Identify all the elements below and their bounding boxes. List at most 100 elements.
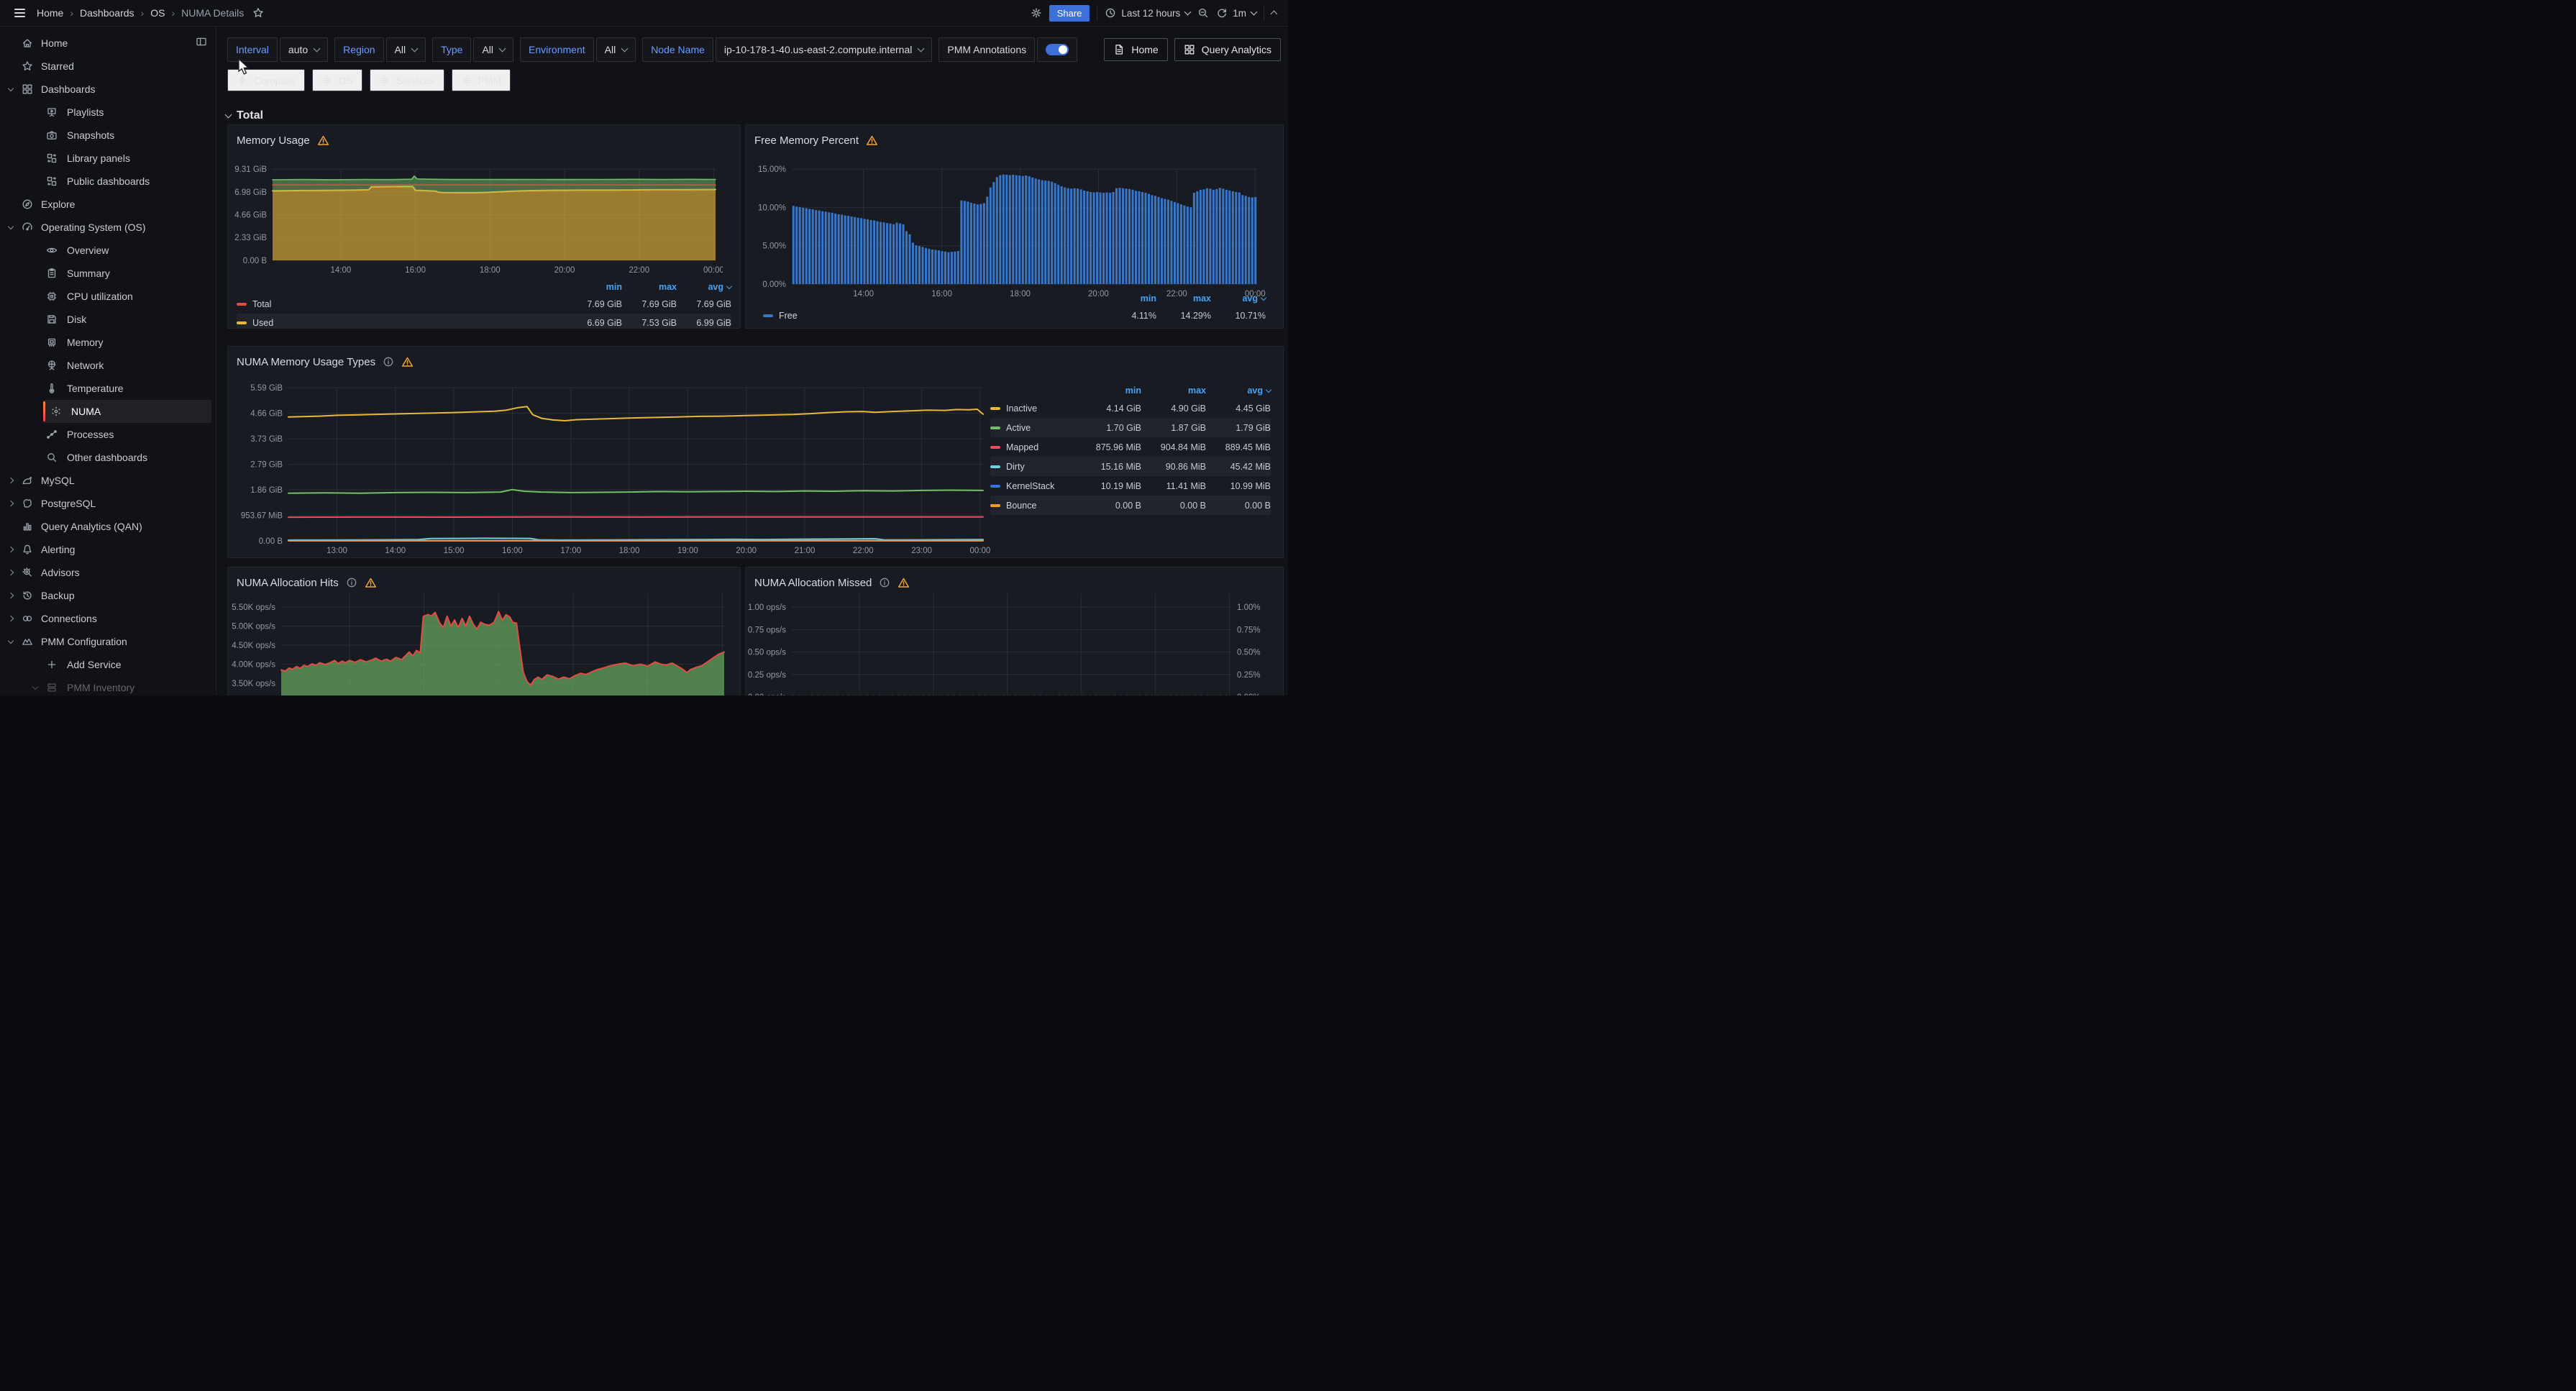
breadcrumb-item[interactable]: OS <box>150 7 165 19</box>
sidebar-item-public-dashboards[interactable]: Public dashboards <box>0 170 216 193</box>
warning-icon[interactable] <box>365 577 377 589</box>
legend-header-max[interactable]: max <box>1156 293 1211 304</box>
filter-value-dropdown[interactable]: All <box>473 37 513 62</box>
breadcrumb-item[interactable]: NUMA Details <box>181 7 244 19</box>
info-icon[interactable] <box>346 577 357 588</box>
warning-icon[interactable] <box>898 577 910 589</box>
sidebar-item-pmm-configuration[interactable]: PMM Configuration <box>0 630 216 653</box>
chevron-right-icon[interactable] <box>9 547 20 552</box>
sidebar-item-operating-system-os-[interactable]: Operating System (OS) <box>0 216 216 239</box>
breadcrumb-item[interactable]: Dashboards <box>80 7 134 19</box>
memory-usage-chart[interactable]: 0.00 B2.33 GiB4.66 GiB6.98 GiB9.31 GiB14… <box>228 151 723 279</box>
legend-header-avg[interactable]: avg <box>677 282 731 292</box>
favorite-star-icon[interactable] <box>252 7 264 19</box>
panel-header[interactable]: NUMA Allocation Missed <box>746 567 1283 593</box>
sidebar-item-alerting[interactable]: Alerting <box>0 538 216 561</box>
legend-row-dirty[interactable]: Dirty15.16 MiB90.86 MiB45.42 MiB <box>990 457 1271 476</box>
sidebar-item-query-analytics-qan-[interactable]: Query Analytics (QAN) <box>0 515 216 538</box>
sidebar-item-starred[interactable]: Starred <box>0 55 216 78</box>
breadcrumb-item[interactable]: Home <box>37 7 63 19</box>
sidebar-item-backup[interactable]: Backup <box>0 584 216 607</box>
legend-row-free[interactable]: Free4.11%14.29%10.71% <box>763 306 1266 325</box>
sidebar-item-dashboards[interactable]: Dashboards <box>0 78 216 101</box>
chevron-down-icon[interactable] <box>9 227 20 229</box>
gear-icon[interactable] <box>1031 7 1042 19</box>
chevron-right-icon[interactable] <box>9 501 20 506</box>
filter-value-dropdown[interactable]: All <box>386 37 426 62</box>
sidebar-item-mysql[interactable]: MySQL <box>0 469 216 492</box>
time-range-picker[interactable]: Last 12 hours <box>1105 7 1190 19</box>
link-button-services[interactable]: Services <box>370 69 444 91</box>
filter-label[interactable]: Region <box>334 37 383 62</box>
info-icon[interactable] <box>879 577 890 588</box>
warning-icon[interactable] <box>317 134 329 147</box>
panel-header[interactable]: Memory Usage <box>228 125 740 151</box>
info-icon[interactable] <box>383 356 394 368</box>
legend-row-active[interactable]: Active1.70 GiB1.87 GiB1.79 GiB <box>990 418 1271 437</box>
zoom-out-icon[interactable] <box>1197 7 1209 19</box>
legend-header-avg[interactable]: avg <box>1206 386 1271 396</box>
sidebar-item-postgresql[interactable]: PostgreSQL <box>0 492 216 515</box>
link-button-os[interactable]: OS <box>312 69 362 91</box>
sidebar-item-playlists[interactable]: Playlists <box>0 101 216 124</box>
collapse-toolbar-icon[interactable] <box>1271 11 1278 18</box>
sidebar-item-numa[interactable]: NUMA <box>43 400 211 423</box>
sidebar-item-home[interactable]: Home <box>0 32 216 55</box>
chevron-down-icon[interactable] <box>9 88 20 91</box>
legend-row-inactive[interactable]: Inactive4.14 GiB4.90 GiB4.45 GiB <box>990 398 1271 418</box>
sidebar-item-explore[interactable]: Explore <box>0 193 216 216</box>
panel-header[interactable]: NUMA Allocation Hits <box>228 567 740 593</box>
legend-header-min[interactable]: min <box>1077 386 1141 396</box>
warning-icon[interactable] <box>401 356 414 368</box>
pmm-annotations-toggle[interactable] <box>1046 44 1069 55</box>
sidebar-item-disk[interactable]: Disk <box>0 308 216 331</box>
legend-row-mapped[interactable]: Mapped875.96 MiB904.84 MiB889.45 MiB <box>990 437 1271 457</box>
legend-row-used[interactable]: Used6.69 GiB7.53 GiB6.99 GiB <box>237 314 731 329</box>
pmm-annotations-label[interactable]: PMM Annotations <box>938 37 1035 62</box>
panel-header[interactable]: Free Memory Percent <box>746 125 1283 151</box>
numa-types-chart[interactable]: 0.00 B953.67 MiB1.86 GiB2.79 GiB3.73 GiB… <box>228 373 990 558</box>
sidebar-item-overview[interactable]: Overview <box>0 239 216 262</box>
sidebar-item-network[interactable]: Network <box>0 354 216 377</box>
legend-header-max[interactable]: max <box>622 282 677 292</box>
warning-icon[interactable] <box>866 134 878 147</box>
sidebar-item-temperature[interactable]: Temperature <box>0 377 216 400</box>
filter-value-dropdown[interactable]: All <box>596 37 636 62</box>
filter-label[interactable]: Environment <box>520 37 594 62</box>
share-button[interactable]: Share <box>1049 5 1090 22</box>
chevron-down-icon[interactable] <box>9 641 20 643</box>
filter-value-dropdown[interactable]: ip-10-178-1-40.us-east-2.compute.interna… <box>716 37 932 62</box>
sidebar-item-processes[interactable]: Processes <box>0 423 216 446</box>
sidebar-item-summary[interactable]: Summary <box>0 262 216 285</box>
filter-label[interactable]: Interval <box>227 37 278 62</box>
home-button[interactable]: Home <box>1104 38 1167 61</box>
chevron-down-icon[interactable] <box>33 687 45 689</box>
chevron-right-icon[interactable] <box>9 570 20 575</box>
filter-value-dropdown[interactable]: auto <box>280 37 328 62</box>
panel-header[interactable]: NUMA Memory Usage Types <box>228 347 1283 373</box>
link-button-compare[interactable]: Compare <box>227 69 305 91</box>
alloc-hits-chart[interactable]: 5.50K ops/s5.00K ops/s4.50K ops/s4.00K o… <box>228 593 730 696</box>
section-header-total[interactable]: Total <box>226 109 263 122</box>
legend-header-max[interactable]: max <box>1141 386 1206 396</box>
free-memory-chart[interactable]: 0.00%5.00%10.00%15.00%14:0016:0018:0020:… <box>746 151 1266 304</box>
sidebar-item-pmm-inventory[interactable]: PMM Inventory <box>0 676 216 696</box>
alloc-missed-chart[interactable]: 1.00 ops/s0.75 ops/s0.50 ops/s0.25 ops/s… <box>746 593 1271 696</box>
sidebar-item-other-dashboards[interactable]: Other dashboards <box>0 446 216 469</box>
sidebar-item-memory[interactable]: Memory <box>0 331 216 354</box>
legend-row-bounce[interactable]: Bounce0.00 B0.00 B0.00 B <box>990 496 1271 515</box>
filter-label[interactable]: Node Name <box>642 37 713 62</box>
link-button-pmm[interactable]: PMM <box>452 69 511 91</box>
legend-header-avg[interactable]: avg <box>1211 293 1266 304</box>
chevron-right-icon[interactable] <box>9 478 20 483</box>
chevron-right-icon[interactable] <box>9 616 20 621</box>
query-analytics-button[interactable]: Query Analytics <box>1174 38 1281 61</box>
legend-header-min[interactable]: min <box>1102 293 1156 304</box>
refresh-picker[interactable]: 1m <box>1216 7 1256 19</box>
sidebar-item-advisors[interactable]: Advisors <box>0 561 216 584</box>
sidebar-item-connections[interactable]: Connections <box>0 607 216 630</box>
sidebar-item-library-panels[interactable]: Library panels <box>0 147 216 170</box>
sidebar-item-cpu-utilization[interactable]: CPU utilization <box>0 285 216 308</box>
filter-label[interactable]: Type <box>432 37 471 62</box>
legend-row-kernelstack[interactable]: KernelStack10.19 MiB11.41 MiB10.99 MiB <box>990 476 1271 496</box>
